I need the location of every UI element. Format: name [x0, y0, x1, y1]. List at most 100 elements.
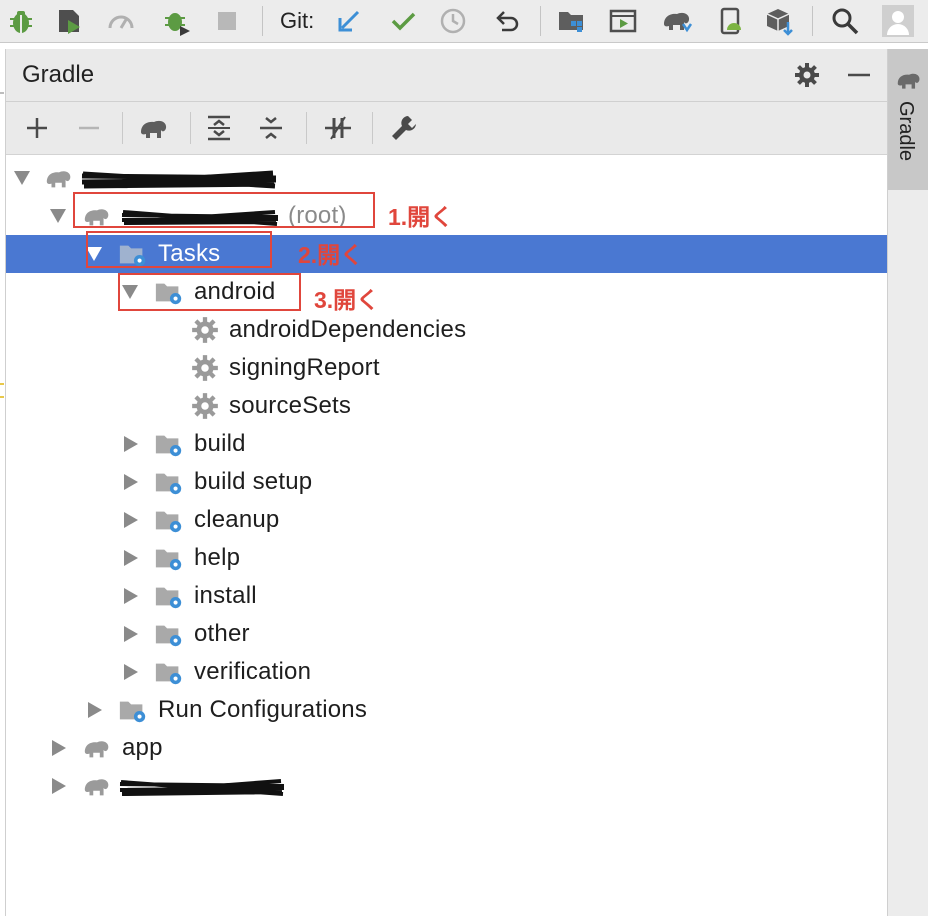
gradle-elephant-icon [46, 171, 71, 188]
gear-icon[interactable] [790, 57, 824, 93]
collapse-arrow-icon[interactable] [124, 474, 138, 490]
tree-row-task[interactable]: signingReport [6, 349, 887, 387]
sdk-manager-icon[interactable] [762, 4, 796, 38]
stop-icon[interactable] [210, 4, 244, 38]
tree-label-run-configurations: Run Configurations [158, 696, 368, 723]
tree-label-task-group: other [194, 620, 250, 647]
tree-label-task-group: verification [194, 658, 312, 685]
toolbar-separator [262, 6, 263, 36]
tree-row-run-configurations[interactable]: Run Configurations [6, 691, 887, 729]
annotation-box-2 [86, 231, 272, 268]
gradle-tool-window: Gradle (root) Tasks android androidDepen… [5, 49, 888, 916]
run-config-icon[interactable] [606, 4, 640, 38]
annotation-box-1 [73, 192, 375, 228]
annotation-label-1: 1.開く [388, 204, 454, 230]
gradle-elephant-icon [897, 73, 920, 89]
git-label: Git: [280, 8, 315, 33]
tree-row-task-group[interactable]: build [6, 425, 887, 463]
collapse-arrow-icon[interactable] [124, 626, 138, 642]
tree-label-task-group: install [194, 582, 257, 609]
minimize-icon[interactable] [842, 57, 876, 93]
tree-label-task-group: cleanup [194, 506, 280, 533]
tree-label-task-group: build setup [194, 468, 313, 495]
collapse-arrow-icon[interactable] [124, 588, 138, 604]
tree-row-task[interactable]: androidDependencies [6, 311, 887, 349]
task-gear-icon [192, 393, 218, 419]
tree-row-app[interactable]: app [6, 729, 887, 767]
tree-row-task-group[interactable]: build setup [6, 463, 887, 501]
task-folder-icon [155, 625, 182, 647]
toggle-offline-icon[interactable] [320, 110, 356, 146]
redacted-project-name [81, 170, 277, 189]
task-gear-icon [192, 317, 218, 343]
task-folder-icon [155, 435, 182, 457]
refresh-gradle-icon[interactable] [136, 110, 172, 146]
apply-changes-icon[interactable] [160, 4, 194, 38]
tree-row-task-group[interactable]: install [6, 577, 887, 615]
project-structure-icon[interactable] [554, 4, 588, 38]
gradle-stripe-button[interactable]: Gradle [888, 49, 928, 190]
collapse-arrow-icon[interactable] [124, 512, 138, 528]
attach-debugger-icon[interactable] [52, 4, 86, 38]
collapse-arrow-icon[interactable] [124, 436, 138, 452]
remove-icon[interactable] [72, 110, 106, 146]
sync-gradle-icon[interactable] [660, 4, 694, 38]
editor-gutter-mark [0, 396, 4, 398]
gradle-elephant-icon [84, 779, 109, 796]
collapse-arrow-icon[interactable] [52, 778, 66, 794]
git-commit-icon[interactable] [386, 4, 420, 38]
task-folder-icon [155, 663, 182, 685]
gradle-elephant-icon [84, 741, 109, 758]
main-toolbar: Git: [0, 0, 928, 43]
editor-gutter-mark [0, 383, 4, 385]
tree-row-task-group[interactable]: verification [6, 653, 887, 691]
task-folder-icon [155, 587, 182, 609]
toolbar-separator [540, 6, 541, 36]
collapse-arrow-icon[interactable] [88, 702, 102, 718]
collapse-arrow-icon[interactable] [124, 550, 138, 566]
gradle-tree: (root) Tasks android androidDependencies… [6, 155, 887, 916]
collapse-arrow-icon[interactable] [124, 664, 138, 680]
task-folder-icon [155, 511, 182, 533]
expand-arrow-icon[interactable] [50, 209, 66, 223]
tree-row-module[interactable] [6, 767, 887, 805]
collapse-arrow-icon[interactable] [52, 740, 66, 756]
toolbar-separator [306, 112, 307, 144]
gradle-stripe-label: Gradle [895, 101, 917, 162]
toolbar-separator [372, 112, 373, 144]
tree-label-app: app [122, 734, 163, 761]
annotation-label-3: 3.開く [314, 287, 380, 313]
git-revert-icon[interactable] [490, 4, 524, 38]
tree-row-task-group[interactable]: help [6, 539, 887, 577]
build-settings-icon[interactable] [386, 110, 422, 146]
toolbar-separator [812, 6, 813, 36]
annotation-label-2: 2.開く [298, 242, 364, 268]
task-folder-icon [119, 701, 146, 723]
expand-all-icon[interactable] [202, 110, 236, 146]
tree-row-task[interactable]: sourceSets [6, 387, 887, 425]
task-gear-icon [192, 355, 218, 381]
tree-label-task: signingReport [229, 354, 380, 381]
redacted-module-name [119, 779, 285, 796]
annotation-box-3 [118, 273, 301, 311]
right-tool-stripe: Gradle [887, 49, 928, 916]
account-icon[interactable] [880, 4, 916, 38]
tree-label-task-group: build [194, 430, 246, 457]
avd-manager-icon[interactable] [714, 4, 748, 38]
git-update-icon[interactable] [332, 4, 366, 38]
add-icon[interactable] [20, 110, 54, 146]
panel-toolbar [6, 102, 887, 155]
expand-arrow-icon[interactable] [14, 171, 30, 185]
editor-gutter-mark [0, 92, 4, 94]
tree-label-task: sourceSets [229, 392, 352, 419]
profile-icon[interactable] [104, 4, 138, 38]
toolbar-separator [190, 112, 191, 144]
tree-row-task-group[interactable]: other [6, 615, 887, 653]
collapse-all-icon[interactable] [254, 110, 288, 146]
git-history-icon[interactable] [436, 4, 470, 38]
tree-row-task-group[interactable]: cleanup [6, 501, 887, 539]
tree-label-task-group: help [194, 544, 241, 571]
search-icon[interactable] [828, 4, 862, 38]
task-folder-icon [155, 473, 182, 495]
debug-icon[interactable] [4, 4, 38, 38]
